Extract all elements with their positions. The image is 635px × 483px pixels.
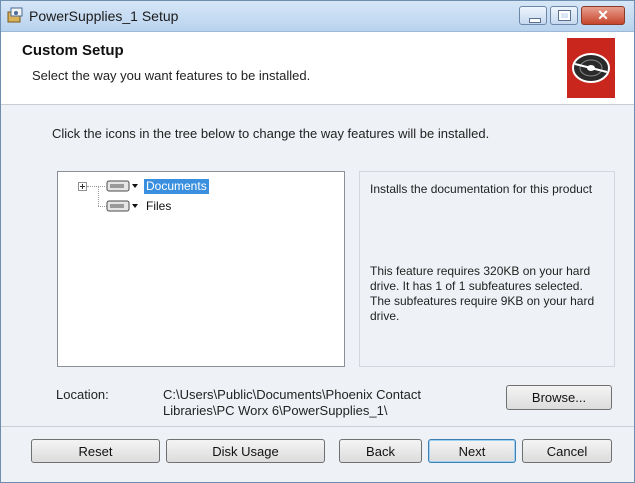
maximize-icon (558, 10, 571, 21)
feature-tree[interactable]: Documents Files (57, 171, 345, 367)
back-button[interactable]: Back (339, 439, 422, 463)
hard-drive-dropdown-icon[interactable] (106, 199, 140, 213)
disc-icon (567, 38, 615, 98)
feature-requirements: This feature requires 320KB on your hard… (370, 264, 595, 323)
tree-item-label[interactable]: Files (144, 199, 173, 214)
expand-icon[interactable] (78, 182, 87, 191)
location-label: Location: (56, 387, 109, 402)
feature-summary: Installs the documentation for this prod… (370, 182, 593, 196)
minimize-button[interactable] (519, 6, 547, 25)
location-path: C:\Users\Public\Documents\Phoenix Contac… (163, 387, 463, 419)
window-title: PowerSupplies_1 Setup (29, 8, 179, 24)
reset-button[interactable]: Reset (31, 439, 160, 463)
close-button[interactable]: ✕ (581, 6, 625, 25)
close-icon: ✕ (597, 7, 609, 23)
divider (1, 426, 634, 427)
next-button[interactable]: Next (428, 439, 516, 463)
location-path-line: C:\Users\Public\Documents\Phoenix Contac… (163, 387, 421, 402)
location-path-line: Libraries\PC Worx 6\PowerSupplies_1\ (163, 403, 388, 418)
instruction-text: Click the icons in the tree below to cha… (52, 126, 490, 141)
setup-package-icon (7, 7, 23, 23)
setup-window: PowerSupplies_1 Setup ✕ Custom Setup Sel… (0, 0, 635, 483)
tree-connector (98, 186, 99, 206)
minimize-icon (529, 18, 541, 23)
title-bar[interactable]: PowerSupplies_1 Setup ✕ (1, 1, 634, 32)
maximize-button[interactable] (550, 6, 578, 25)
cancel-button[interactable]: Cancel (522, 439, 612, 463)
page-title: Custom Setup (22, 42, 124, 59)
disk-usage-button[interactable]: Disk Usage (166, 439, 325, 463)
feature-description-panel: Installs the documentation for this prod… (359, 171, 615, 367)
page-subtitle: Select the way you want features to be i… (32, 68, 311, 83)
header-banner: Custom Setup Select the way you want fea… (1, 32, 634, 105)
browse-button[interactable]: Browse... (506, 385, 612, 410)
tree-connector (87, 186, 105, 187)
tree-item-label[interactable]: Documents (144, 179, 209, 194)
hard-drive-dropdown-icon[interactable] (106, 179, 140, 193)
